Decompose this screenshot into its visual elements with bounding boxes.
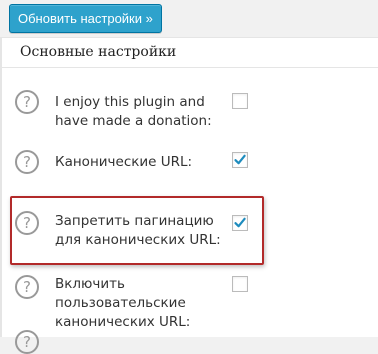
option-custom-canonical-label: Включить пользовательские канонических U… bbox=[55, 276, 191, 330]
panel-title: Основные настройки bbox=[20, 44, 177, 60]
update-settings-button[interactable]: Обновить настройки » bbox=[9, 4, 162, 33]
help-icon[interactable]: ? bbox=[15, 275, 39, 299]
help-icon[interactable]: ? bbox=[15, 330, 39, 354]
panel-divider bbox=[2, 67, 378, 68]
option-donation-label: I enjoy this plugin and have made a dona… bbox=[55, 94, 212, 129]
settings-panel: Основные настройки ? I enjoy this plugin… bbox=[0, 37, 378, 354]
highlight-box bbox=[10, 196, 264, 265]
help-icon[interactable]: ? bbox=[15, 150, 39, 174]
option-canonical-label: Канонические URL: bbox=[55, 154, 193, 170]
donation-checkbox[interactable] bbox=[232, 93, 248, 109]
checkmark-icon bbox=[234, 154, 246, 165]
custom-canonical-checkbox[interactable] bbox=[232, 276, 248, 292]
help-icon[interactable]: ? bbox=[15, 90, 39, 114]
canonical-url-checkbox[interactable] bbox=[232, 152, 248, 168]
